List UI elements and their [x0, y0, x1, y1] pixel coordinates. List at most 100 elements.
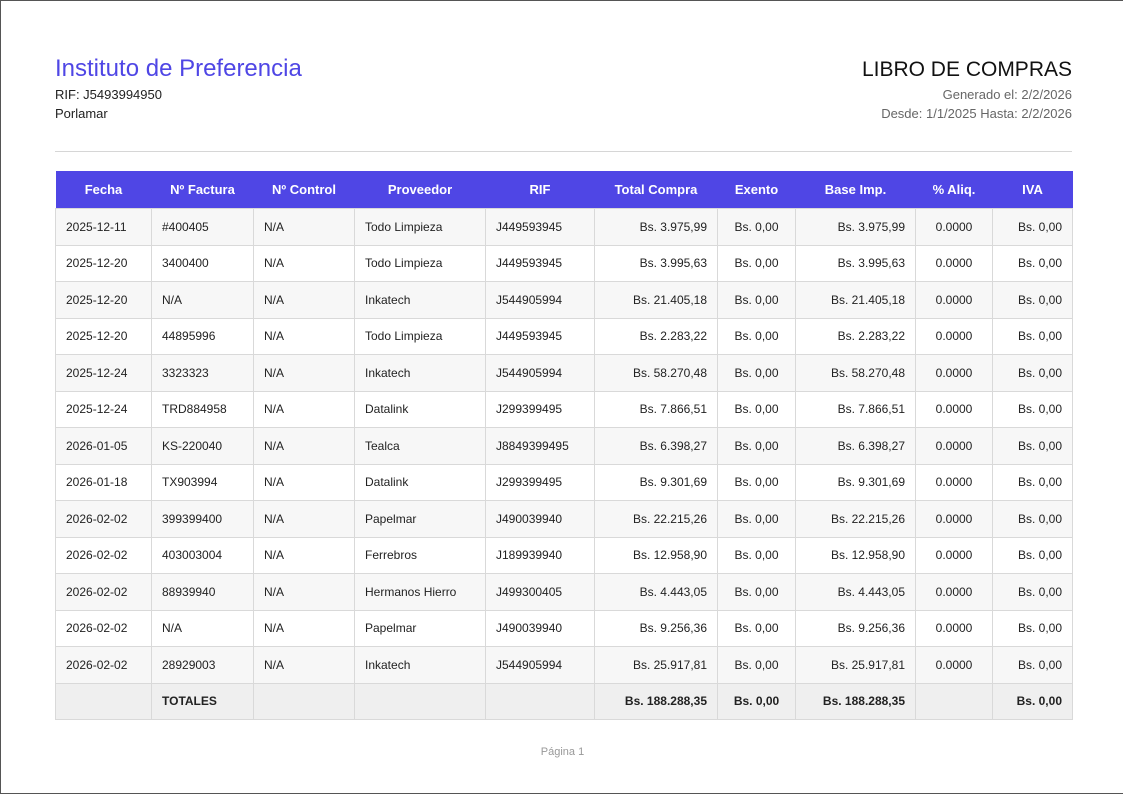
cell-proveedor: Todo Limpieza	[354, 317, 486, 355]
cell-iva: Bs. 0,00	[992, 427, 1073, 465]
cell-fecha: 2025-12-20	[55, 281, 152, 319]
totals-cell-empty	[354, 682, 486, 720]
cell-factura: N/A	[151, 281, 254, 319]
cell-fecha: 2026-01-05	[55, 427, 152, 465]
cell-fecha: 2026-02-02	[55, 609, 152, 647]
cell-fecha: 2025-12-24	[55, 354, 152, 392]
cell-factura: TRD884958	[151, 390, 254, 428]
cell-total-compra: Bs. 58.270,48	[594, 354, 718, 392]
cell-total-compra: Bs. 12.958,90	[594, 536, 718, 574]
cell-base-imp: Bs. 21.405,18	[795, 281, 916, 319]
cell-exento: Bs. 0,00	[717, 317, 796, 355]
totals-total-compra: Bs. 188.288,35	[594, 682, 718, 720]
cell-iva: Bs. 0,00	[992, 390, 1073, 428]
table-row: 2025-12-20 N/A N/A Inkatech J544905994 Bs. 21…	[55, 281, 1073, 319]
cell-iva: Bs. 0,00	[992, 281, 1073, 319]
cell-fecha: 2026-02-02	[55, 573, 152, 611]
cell-base-imp: Bs. 25.917,81	[795, 646, 916, 684]
report-title: LIBRO DE COMPRAS	[861, 58, 1072, 81]
cell-factura: 3323323	[151, 354, 254, 392]
totals-cell-empty	[253, 682, 355, 720]
cell-control: N/A	[253, 646, 355, 684]
cell-fecha: 2026-02-02	[55, 536, 152, 574]
cell-total-compra: Bs. 4.443,05	[594, 573, 718, 611]
cell-exento: Bs. 0,00	[717, 281, 796, 319]
table-body: 2025-12-11 #400405 N/A Todo Limpieza J449593…	[55, 208, 1073, 684]
cell-fecha: 2025-12-24	[55, 390, 152, 428]
table-row: 2026-01-05 KS-220040 N/A Tealca J8849399495 B…	[55, 427, 1073, 465]
cell-exento: Bs. 0,00	[717, 573, 796, 611]
report-header: Instituto de Preferencia RIF: J549399495…	[55, 55, 1072, 125]
cell-factura: 88939940	[151, 573, 254, 611]
table-row: 2026-01-18 TX903994 N/A Datalink J299399495 B…	[55, 463, 1073, 501]
cell-exento: Bs. 0,00	[717, 609, 796, 647]
cell-rif: J490039940	[485, 500, 595, 538]
cell-proveedor: Inkatech	[354, 281, 486, 319]
cell-rif: J544905994	[485, 281, 595, 319]
cell-aliquota: 0.0000	[915, 390, 993, 428]
table-row: 2026-02-02 N/A N/A Papelmar J490039940 Bs. 9.…	[55, 609, 1073, 647]
cell-proveedor: Todo Limpieza	[354, 208, 486, 246]
cell-control: N/A	[253, 354, 355, 392]
cell-base-imp: Bs. 7.866,51	[795, 390, 916, 428]
cell-aliquota: 0.0000	[915, 244, 993, 282]
cell-base-imp: Bs. 6.398,27	[795, 427, 916, 465]
cell-exento: Bs. 0,00	[717, 500, 796, 538]
cell-factura: 3400400	[151, 244, 254, 282]
purchases-table: Fecha Nº Factura Nº Control Proveedor RI…	[55, 171, 1073, 720]
cell-proveedor: Tealca	[354, 427, 486, 465]
cell-factura: KS-220040	[151, 427, 254, 465]
cell-base-imp: Bs. 3.995,63	[795, 244, 916, 282]
table-header-row: Fecha Nº Factura Nº Control Proveedor RI…	[55, 171, 1073, 209]
cell-control: N/A	[253, 536, 355, 574]
cell-proveedor: Papelmar	[354, 500, 486, 538]
cell-proveedor: Todo Limpieza	[354, 244, 486, 282]
cell-total-compra: Bs. 3.995,63	[594, 244, 718, 282]
cell-factura: TX903994	[151, 463, 254, 501]
cell-base-imp: Bs. 2.283,22	[795, 317, 916, 355]
column-header-factura: Nº Factura	[151, 171, 254, 209]
cell-rif: J490039940	[485, 609, 595, 647]
totals-cell-empty	[915, 682, 993, 720]
cell-exento: Bs. 0,00	[717, 390, 796, 428]
header-divider	[55, 151, 1072, 152]
cell-factura: 28929003	[151, 646, 254, 684]
cell-aliquota: 0.0000	[915, 208, 993, 246]
report-date-range: Desde: 1/1/2025 Hasta: 2/2/2026	[881, 106, 1072, 121]
cell-factura: #400405	[151, 208, 254, 246]
column-header-rif: RIF	[485, 171, 595, 209]
cell-aliquota: 0.0000	[915, 573, 993, 611]
cell-iva: Bs. 0,00	[992, 573, 1073, 611]
page-number: Página 1	[540, 746, 585, 758]
cell-total-compra: Bs. 9.256,36	[594, 609, 718, 647]
company-city: Porlamar	[55, 106, 108, 121]
column-header-iva: IVA	[992, 171, 1073, 209]
cell-iva: Bs. 0,00	[992, 354, 1073, 392]
cell-rif: J189939940	[485, 536, 595, 574]
table-row: 2026-02-02 28929003 N/A Inkatech J544905994 B…	[55, 646, 1073, 684]
cell-fecha: 2025-12-20	[55, 244, 152, 282]
cell-control: N/A	[253, 573, 355, 611]
cell-control: N/A	[253, 427, 355, 465]
table-row: 2025-12-20 3400400 N/A Todo Limpieza J449593…	[55, 244, 1073, 282]
cell-iva: Bs. 0,00	[992, 536, 1073, 574]
cell-control: N/A	[253, 463, 355, 501]
column-header-aliquota: % Aliq.	[915, 171, 993, 209]
cell-base-imp: Bs. 22.215,26	[795, 500, 916, 538]
cell-control: N/A	[253, 208, 355, 246]
cell-control: N/A	[253, 244, 355, 282]
cell-proveedor: Datalink	[354, 390, 486, 428]
cell-total-compra: Bs. 9.301,69	[594, 463, 718, 501]
cell-aliquota: 0.0000	[915, 427, 993, 465]
cell-base-imp: Bs. 4.443,05	[795, 573, 916, 611]
table-row: 2025-12-24 3323323 N/A Inkatech J544905994 Bs…	[55, 354, 1073, 392]
cell-proveedor: Hermanos Hierro	[354, 573, 486, 611]
cell-proveedor: Inkatech	[354, 646, 486, 684]
cell-rif: J8849399495	[485, 427, 595, 465]
totals-cell-empty	[485, 682, 595, 720]
cell-factura: 403003004	[151, 536, 254, 574]
cell-iva: Bs. 0,00	[992, 317, 1073, 355]
cell-aliquota: 0.0000	[915, 536, 993, 574]
cell-control: N/A	[253, 390, 355, 428]
totals-label: TOTALES	[151, 682, 254, 720]
